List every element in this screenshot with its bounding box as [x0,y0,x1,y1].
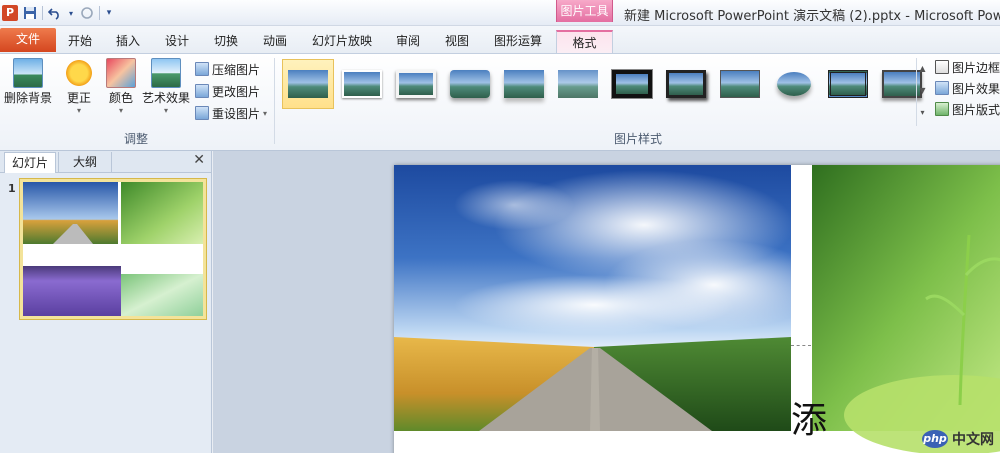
picture-style-7[interactable] [606,59,658,109]
color-button[interactable]: 颜色 ▾ [96,56,146,128]
gallery-scroll-up-icon[interactable]: ▲ [917,58,928,80]
chevron-down-icon: ▾ [163,106,168,115]
slides-pane-tabs: 幻灯片 大纲 ✕ [0,151,211,173]
picture-style-11[interactable] [822,59,874,109]
picture-tools-context-header: 图片工具 [556,0,613,22]
picture-style-1[interactable] [282,59,334,109]
redo-icon[interactable] [79,5,95,21]
ribbon-body: 删除背景 更正 ▾ 颜色 ▾ 艺术效果 ▾ 压缩图片 更改图片 重设图片 ▾ 调… [0,53,1000,151]
qat-separator [99,6,100,20]
reset-picture-button[interactable]: 重设图片 ▾ [195,103,267,123]
slide-thumbnail-1[interactable] [19,178,207,320]
change-picture-button[interactable]: 更改图片 [195,81,260,101]
picture-style-4[interactable] [444,59,496,109]
artistic-effects-button[interactable]: 艺术效果 ▾ [140,56,192,128]
window-title: 新建 Microsoft PowerPoint 演示文稿 (2).pptx - … [624,9,1000,24]
remove-background-button[interactable]: 删除背景 [0,56,56,128]
customize-qat-icon[interactable]: ▾ [104,5,114,21]
powerpoint-app-icon[interactable]: P [2,5,18,21]
picture-style-6[interactable] [552,59,604,109]
reset-picture-icon [195,106,209,120]
compress-pictures-button[interactable]: 压缩图片 [195,59,260,79]
layout-icon [935,102,949,116]
tab-view[interactable]: 视图 [439,30,475,53]
slide-thumbnail-image [23,182,203,316]
gallery-scroll: ▲ ▼ ▾ [916,58,928,126]
picture-styles-gallery [280,57,922,111]
quick-access-toolbar: P ▾ ▾ [2,3,114,23]
tab-insert[interactable]: 插入 [110,30,146,53]
gallery-more-icon[interactable]: ▾ [917,102,928,124]
chevron-down-icon: ▾ [118,106,123,115]
adjust-group-label: 调整 [124,132,149,146]
compress-icon [195,62,209,76]
slide-pictures [394,165,1000,453]
tab-design[interactable]: 设计 [159,30,195,53]
picture-style-3[interactable] [390,59,442,109]
tab-slides[interactable]: 幻灯片 [4,152,56,173]
tab-transitions[interactable]: 切换 [208,30,244,53]
slide-editing-area: 添 php 中文网 [213,151,1000,453]
slide-placeholder-text[interactable]: 添 [791,391,827,443]
change-picture-icon [195,84,209,98]
sun-icon [64,58,94,88]
tab-shape-operations[interactable]: 图形运算 [488,30,548,53]
qat-separator [42,6,43,20]
slide-canvas[interactable]: 添 [394,165,1000,453]
php-logo: php [922,430,948,448]
watermark-text: 中文网 [952,432,994,448]
save-icon[interactable] [22,5,38,21]
remove-background-icon [13,58,43,88]
title-bar: P ▾ ▾ 图片工具 新建 Microsoft PowerPoint 演示文稿 … [0,0,1000,26]
placeholder-guide-line [791,345,811,346]
picture-layout-button[interactable]: 图片版式 [935,99,1000,119]
pencil-border-icon [935,60,949,74]
effects-icon [935,81,949,95]
gallery-scroll-down-icon[interactable]: ▼ [917,80,928,102]
site-watermark: php 中文网 [922,429,994,449]
tab-animations[interactable]: 动画 [257,30,293,53]
picture-style-8[interactable] [660,59,712,109]
picture-style-9[interactable] [714,59,766,109]
slides-pane: 幻灯片 大纲 ✕ 1 [0,151,212,453]
artistic-effects-icon [151,58,181,88]
picture-effects-button[interactable]: 图片效果 [935,78,1000,98]
undo-icon[interactable] [47,5,63,21]
tab-format[interactable]: 格式 [556,30,613,53]
picture-border-button[interactable]: 图片边框 [935,57,1000,77]
ribbon-tab-bar: 文件 开始 插入 设计 切换 动画 幻灯片放映 审阅 视图 图形运算 格式 [0,26,1000,53]
tab-slideshow[interactable]: 幻灯片放映 [307,30,377,53]
close-icon[interactable]: ✕ [193,152,205,168]
tab-outline[interactable]: 大纲 [58,152,112,173]
tab-file[interactable]: 文件 [0,28,56,52]
color-palette-icon [106,58,136,88]
chevron-down-icon: ▾ [263,108,268,118]
undo-dropdown-icon[interactable]: ▾ [67,5,75,21]
tab-review[interactable]: 审阅 [390,30,426,53]
picture-style-10[interactable] [768,59,820,109]
picture-styles-group-label: 图片样式 [614,132,663,146]
picture-style-2[interactable] [336,59,388,109]
picture-style-5[interactable] [498,59,550,109]
tab-home[interactable]: 开始 [62,30,98,53]
slide-number: 1 [8,182,16,195]
group-separator [274,58,275,144]
